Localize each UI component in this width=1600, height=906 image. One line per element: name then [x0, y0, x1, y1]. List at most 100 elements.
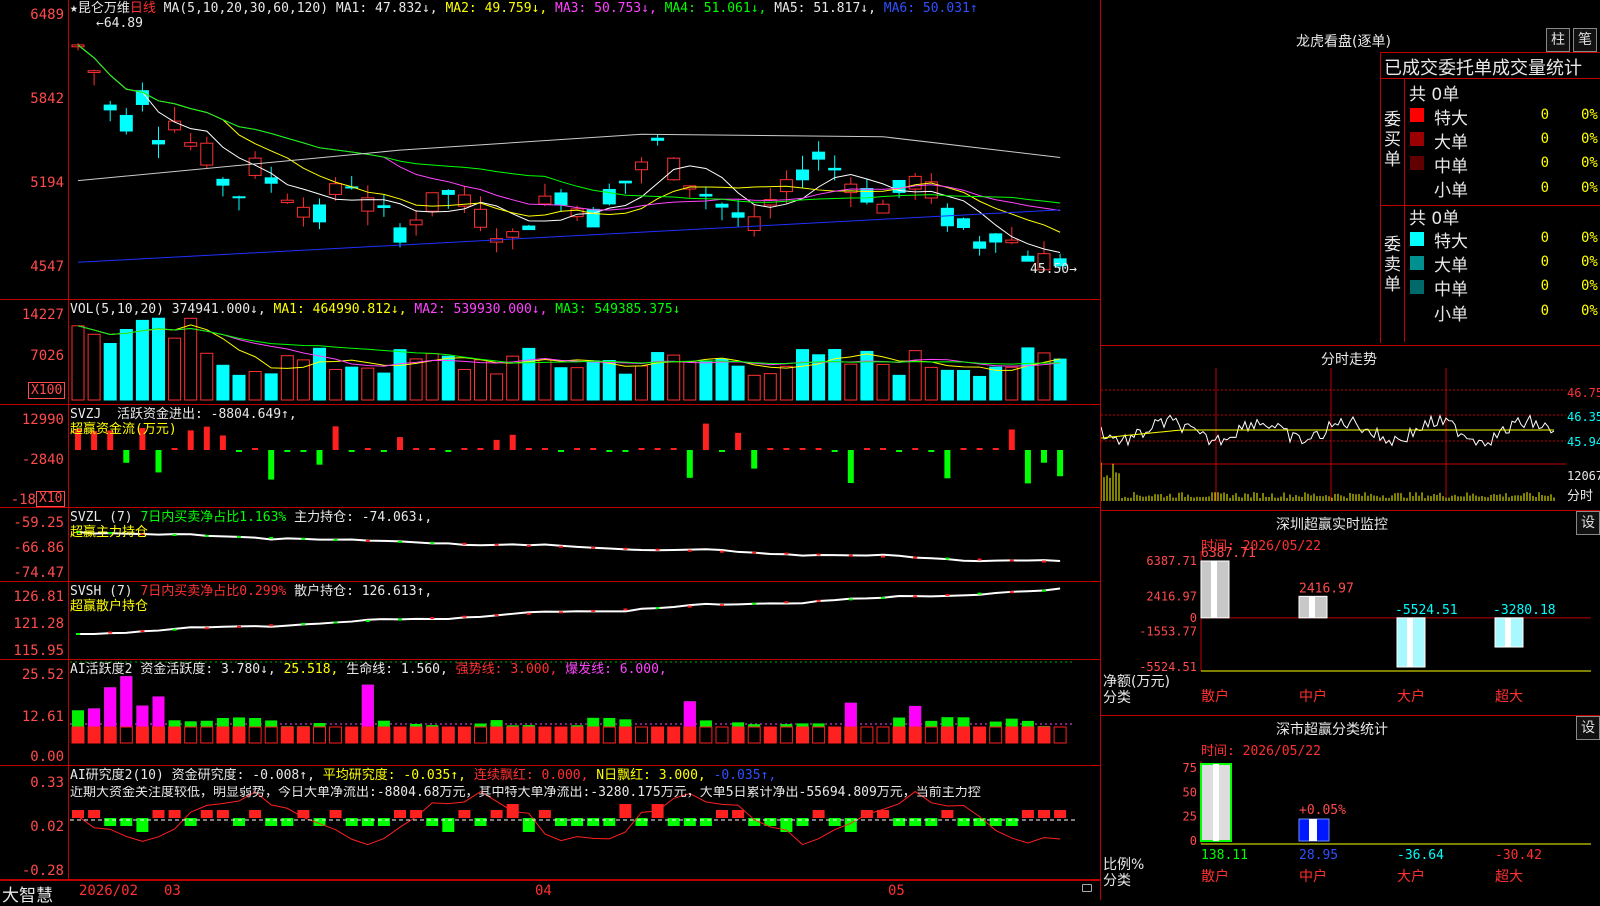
flow-bar [863, 448, 870, 450]
flow-bar [364, 448, 371, 450]
buy-m-vol: 0 [1540, 155, 1549, 171]
res-header: AI研究度2(10) 资金研究度: -0.008↑, 平均研究度: -0.035… [70, 769, 776, 783]
ma-label: MA(5,10,20,30,60,120) [163, 1, 329, 16]
base-bar [248, 726, 262, 744]
monitor-xlabel: 分类 [1103, 690, 1131, 706]
research-bar [619, 804, 632, 818]
classify-bar-chart[interactable]: 75 50 25 0 +0.05% 138.11 散户 28.95 中户 -36.64 大户 -30.… [1101, 716, 1600, 901]
res-avg: 平均研究度: -0.035↑, [322, 768, 467, 783]
classify-panel[interactable]: 深市超赢分类统计 设 时间: 2026/05/22 75 50 25 0 +0.05% 1… [1100, 715, 1600, 900]
bar-mode-button[interactable]: 柱 [1546, 28, 1570, 52]
flow-bar [219, 435, 226, 450]
research-bar [941, 810, 954, 818]
sell-xl-swatch [1410, 232, 1424, 246]
sell-l-pct: 0% [1581, 254, 1598, 270]
base-bar [345, 726, 359, 744]
volume-bar [184, 317, 198, 401]
volume-bar [586, 360, 600, 401]
svzl-label: SVZL (7) [70, 510, 133, 525]
volume-bar [71, 325, 85, 401]
res-fund: 资金研究度: -0.008↑, [171, 768, 315, 783]
intraday-tick-2: 46.35 [1567, 410, 1600, 424]
x-label-mar: 03 [164, 883, 181, 899]
tick-dot [76, 633, 80, 635]
volume-bar [554, 367, 568, 401]
svzl-pane[interactable]: -59.25 -66.86 -74.47 SVZL (7) 7日内买卖净占比1.… [0, 508, 1100, 582]
monitor-bar-chart[interactable]: 6387.71 2416.97 0-1553.77 -5524.51 6387.71 散户… [1101, 511, 1600, 716]
low-mark: 45.50→ [1030, 262, 1077, 277]
research-bar [1038, 810, 1050, 818]
ai2-tick-2: 12.61 [21, 709, 64, 725]
classify-bar-shine [1213, 764, 1219, 841]
monitor-panel[interactable]: 深圳超赢实时监控 设 时间: 2026/05/22 6387.71 2416.97… [1100, 510, 1600, 715]
burst-bar [361, 684, 374, 727]
tick-dot [430, 541, 435, 544]
base-bar [635, 726, 648, 744]
research-bar [957, 818, 970, 826]
research-bar [973, 818, 986, 826]
ai-research-pane[interactable]: 0.33 0.02 -0.28 AI研究度2(10) 资金研究度: -0.008… [0, 766, 1100, 880]
candle-body [264, 177, 278, 184]
candle-body [538, 195, 552, 205]
flow-bar [767, 448, 774, 450]
price-tick-1: 6489 [30, 7, 64, 23]
candle-body [796, 169, 809, 181]
volume-bar [602, 360, 616, 401]
sell-s-pct: 0% [1581, 303, 1598, 319]
candle-body [779, 179, 793, 193]
monitor-category: 中户 [1299, 688, 1327, 704]
volume-bar [441, 355, 455, 401]
svzl-net: 7日内买卖净占比1.163% [140, 510, 287, 525]
ai-research-chart[interactable] [0, 766, 1100, 880]
tick-dot [655, 548, 660, 551]
buy-m-swatch [1410, 156, 1424, 170]
svsh-title: 超赢散户持仓 [70, 599, 149, 614]
kline-chart[interactable] [0, 0, 1100, 300]
base-bar [924, 726, 938, 744]
candle-body [989, 233, 1003, 243]
sell-xl-label: 特大 [1434, 232, 1468, 252]
svzj-pane[interactable]: 12990 -2840 -18 X10 SVZJ 活跃资金进出: -8804.6… [0, 405, 1100, 508]
lock-icon[interactable] [1082, 884, 1092, 892]
volume-bar [940, 369, 954, 401]
stock-name[interactable]: ★昆仑万维 [70, 1, 130, 16]
candle-body [152, 140, 165, 145]
volume-pane[interactable]: 14227 7026 X100 VOL(5,10,20) 374941.000↓… [0, 300, 1100, 405]
buy-side-label: 委买单 [1384, 110, 1401, 170]
research-bar [233, 818, 245, 826]
candle-body [940, 207, 954, 227]
classify-tick: 25 [1183, 810, 1197, 824]
intraday-chart[interactable] [1101, 346, 1600, 511]
period-label[interactable]: 日线 [130, 1, 156, 16]
candle-body [554, 192, 568, 206]
base-bar [135, 726, 149, 744]
intraday-panel[interactable]: 分时走势 46.75 46.35 45.94 12067 分时 [1100, 345, 1600, 510]
base-bar [296, 726, 310, 744]
volume-bar [490, 373, 504, 401]
flow-bar [380, 450, 387, 452]
research-bar [377, 818, 390, 826]
research-bar [538, 810, 551, 818]
candle-body [200, 142, 214, 166]
svzl-tick-1: -59.25 [13, 515, 64, 531]
candle-body [1021, 255, 1035, 262]
ai2-fund: 资金活跃度: 3.780↓, [140, 662, 276, 677]
volume-bar [200, 352, 214, 401]
flow-bar [702, 423, 709, 450]
base-bar [586, 726, 600, 744]
kline-pane[interactable]: 6489 5842 5194 4547 ★昆仑万维日线 MA(5,10,20,3… [0, 0, 1100, 300]
volume-bar [924, 366, 938, 401]
buy-l-pct: 0% [1581, 131, 1598, 147]
svsh-pane[interactable]: 126.81 121.28 115.95 SVSH (7) 7日内买卖净占比0.… [0, 582, 1100, 660]
tick-mode-button[interactable]: 笔 [1573, 28, 1597, 52]
lhb-title: 龙虎看盘(逐单) [1296, 34, 1391, 50]
buy-xl-label: 特大 [1434, 109, 1468, 129]
ma5-value: MA5: 51.817↓, [774, 1, 876, 16]
svzj-tick-2: -2840 [21, 452, 64, 468]
ai-activity-pane[interactable]: 25.52 12.61 0.00 AI活跃度2 资金活跃度: 3.780↓, 2… [0, 660, 1100, 766]
base-bar [457, 726, 471, 744]
svzl-hold: 主力持仓: -74.063↓, [294, 510, 433, 525]
base-bar [474, 726, 487, 744]
tick-dot [1042, 560, 1046, 563]
volume-bar [393, 349, 407, 401]
